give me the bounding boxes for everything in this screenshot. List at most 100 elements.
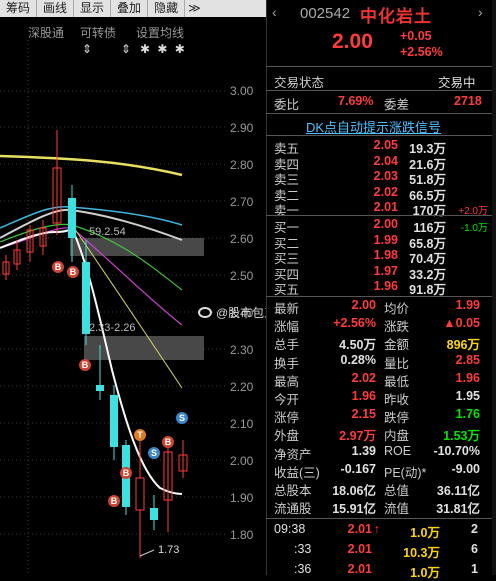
tick-time: :36: [294, 562, 312, 576]
price-tick: 1.80: [230, 528, 254, 542]
buy-marker: B: [111, 496, 118, 506]
price-change-pct: +2.56%: [400, 45, 443, 59]
stat-value: 1.76: [455, 407, 480, 422]
stat-label: 涨幅: [274, 320, 300, 335]
ask-price[interactable]: 2.01: [348, 200, 398, 214]
stat-value: ▲0.05: [443, 316, 480, 331]
stock-code: 002542: [300, 5, 351, 22]
wc-value: 2718: [454, 94, 482, 108]
stat-label: 量比: [384, 356, 410, 371]
current-price: 2.00: [332, 30, 373, 53]
low-label: 1.73: [158, 544, 179, 556]
tick-price: 2.01: [347, 522, 372, 536]
buy-marker: B: [70, 267, 77, 277]
resistance-box-1: [70, 238, 204, 256]
stat-label: 外盘: [274, 429, 300, 444]
price-tick: 2.30: [230, 343, 254, 357]
stat-value: 1.95: [455, 389, 480, 403]
price-tick: 2.70: [230, 195, 254, 209]
status-label: 交易状态: [274, 76, 325, 90]
price-tick: 2.50: [230, 269, 254, 283]
stat-label: 总手: [274, 338, 300, 353]
stat-label: ROE: [384, 443, 412, 458]
stat-label: 净资产: [274, 447, 312, 462]
stock-name: 中化岩土: [360, 7, 432, 26]
dk-signal-banner[interactable]: DK点自动提示涨跌信号: [306, 117, 441, 136]
stat-label: 最低: [384, 374, 410, 389]
stat-label: 涨停: [274, 411, 300, 426]
stat-label: 涨跌: [384, 320, 410, 335]
tick-time: 09:38: [274, 522, 306, 536]
stat-value: 1.39: [351, 443, 376, 458]
stat-label: 流通股: [274, 502, 312, 517]
bid-price[interactable]: 1.97: [348, 264, 398, 278]
stat-label: 总值: [384, 484, 410, 498]
stat-value: 896万: [446, 338, 480, 353]
wb-label: 委比: [274, 98, 300, 112]
tick-time: :33: [294, 542, 312, 556]
stat-value: -10.70%: [433, 443, 480, 458]
ask-price[interactable]: 2.05: [348, 138, 398, 152]
stat-value: 36.11亿: [436, 484, 480, 498]
price-tick: 2.60: [230, 232, 254, 246]
forward-arrow-icon[interactable]: ›: [478, 4, 483, 20]
stat-value: 1.96: [455, 370, 480, 385]
stat-value: 1.53万: [443, 429, 480, 444]
ask-price[interactable]: 2.02: [348, 185, 398, 199]
bid-price[interactable]: 1.98: [348, 248, 398, 262]
stat-label: 金额: [384, 338, 410, 353]
ma-cyan-line: [0, 206, 183, 229]
wc-label: 委差: [384, 98, 410, 112]
back-arrow-icon[interactable]: ‹: [272, 4, 277, 20]
t-marker: T: [137, 430, 143, 440]
tick-arrow-icon: ↑: [373, 522, 380, 536]
buy-marker: B: [165, 437, 172, 447]
ask-price[interactable]: 2.04: [348, 154, 398, 168]
stat-value: -0.167: [340, 461, 376, 476]
stat-label: 换手: [274, 356, 300, 371]
right-edge: [492, 0, 496, 575]
stat-value: 2.97万: [339, 429, 376, 444]
weibo-icon: [198, 307, 212, 318]
quote-panel: ‹ 002542 中化岩土 › 2.00 +0.05 +2.56% 交易状态 交…: [266, 0, 496, 580]
ma-yellow-line: [0, 154, 183, 177]
buy-marker: B: [82, 360, 89, 370]
stat-label: 今开: [274, 393, 300, 407]
stat-value: 2.00: [351, 298, 376, 312]
wb-value: 7.69%: [338, 94, 374, 108]
price-change: +0.05: [400, 29, 432, 43]
candlestick-chart[interactable]: B B B B B B S S T 59.2.54 2.33-2.26 1.73: [0, 0, 262, 575]
bid-price[interactable]: 2.00: [348, 217, 398, 231]
stat-value: 2.02: [351, 370, 376, 385]
stat-label: 总股本: [274, 484, 312, 498]
price-axis: 3.00 2.90 2.80 2.70 2.60 2.50 2.40 2.30 …: [230, 0, 262, 575]
bid-price[interactable]: 1.96: [348, 279, 398, 293]
tick-volume: 1.0万: [410, 526, 440, 540]
stat-label: 最新: [274, 302, 300, 316]
ask-price[interactable]: 2.03: [348, 169, 398, 183]
price-tick: 2.00: [230, 454, 254, 468]
stat-label: 最高: [274, 374, 300, 389]
status-value: 交易中: [438, 76, 476, 90]
stat-label: 内盘: [384, 429, 410, 444]
stat-value: 0.28%: [340, 352, 376, 367]
tick-price: 2.01: [347, 542, 372, 556]
stat-label: 昨收: [384, 393, 410, 407]
price-tick: 1.90: [230, 491, 254, 505]
bid-price[interactable]: 1.99: [348, 233, 398, 247]
buy-marker: B: [55, 262, 62, 272]
stat-value: 2.85: [455, 352, 480, 367]
tick-count: 6: [471, 542, 478, 556]
tick-price: 2.01: [347, 562, 372, 576]
price-tick: 2.80: [230, 158, 254, 172]
stat-label: 跌停: [384, 411, 410, 426]
tick-volume: 1.0万: [410, 566, 440, 580]
price-tick: 2.90: [230, 121, 254, 135]
sell-marker: S: [179, 413, 185, 423]
stat-value: 15.91亿: [332, 502, 376, 517]
stat-label: PE(动)*: [384, 465, 427, 480]
tick-volume: 10.3万: [403, 546, 440, 560]
bid-change: -1.0万: [460, 223, 488, 234]
stat-value: 2.15: [351, 407, 376, 422]
stat-label: 均价: [384, 302, 410, 316]
